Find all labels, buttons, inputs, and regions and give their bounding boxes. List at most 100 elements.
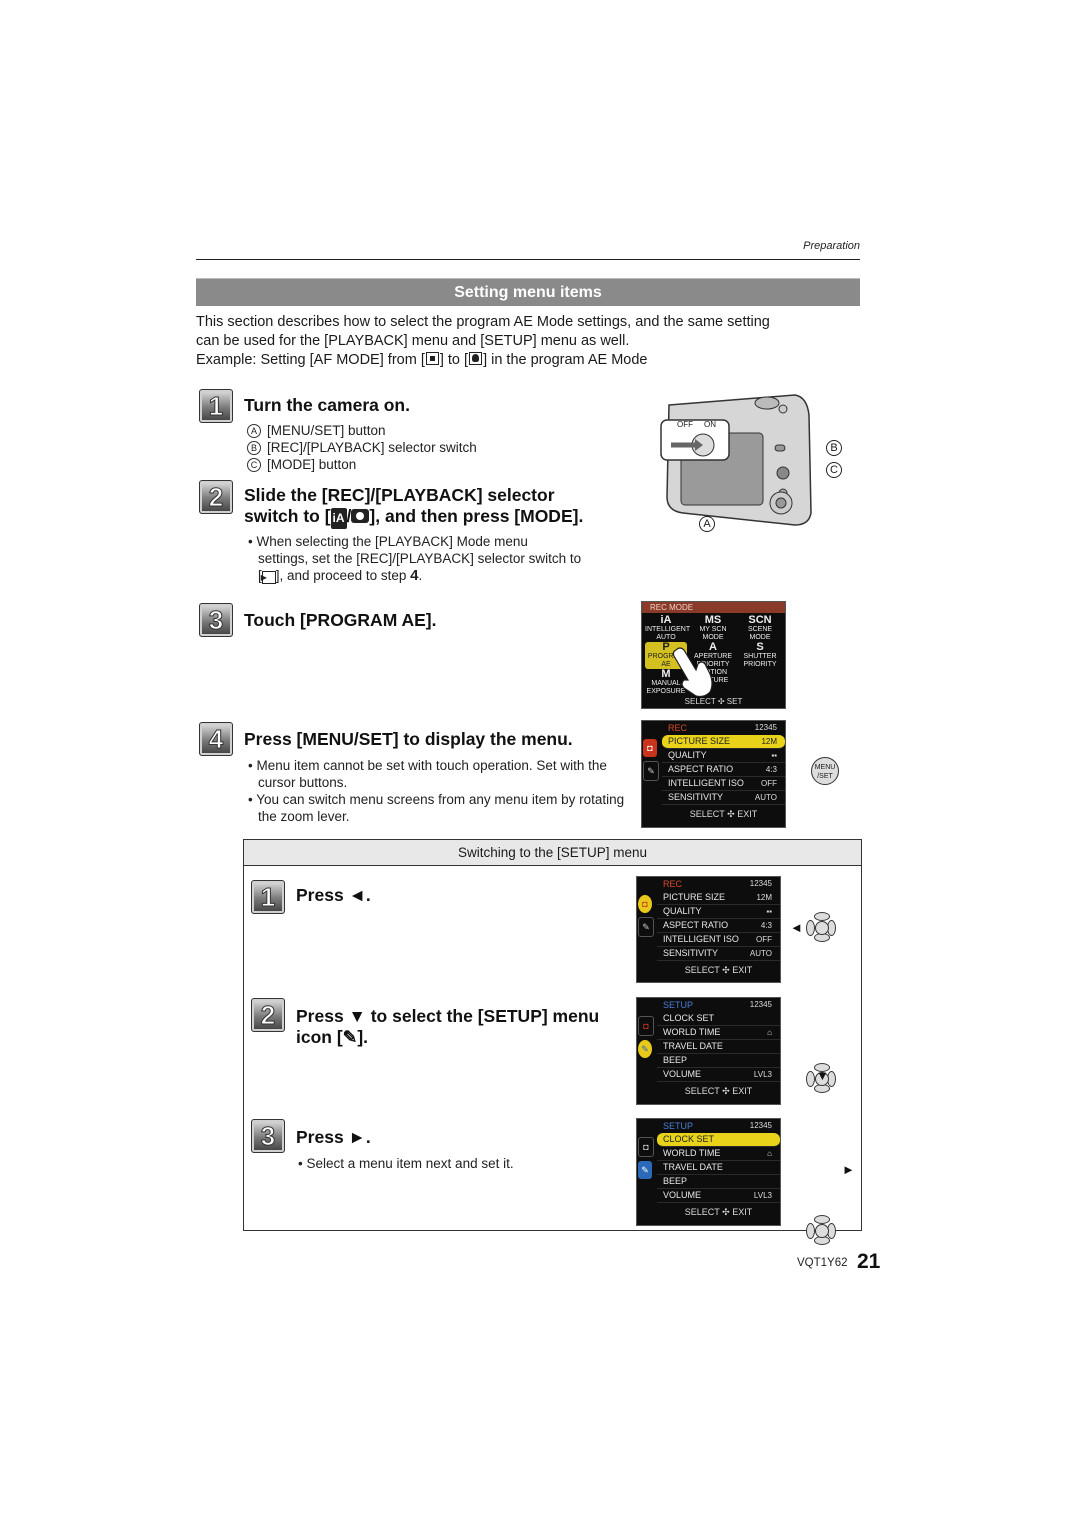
left-arrow-icon: ◄	[790, 920, 803, 935]
model-code: VQT1Y62	[797, 1257, 848, 1269]
menu-item-travel-date[interactable]: TRAVEL DATE	[657, 1161, 780, 1175]
callout-b-item: B [REC]/[PLAYBACK] selector switch	[247, 439, 477, 456]
camera-body-icon	[660, 394, 812, 526]
step-2-title-prefix: switch to [	[244, 506, 331, 526]
step-3-title: Touch [PROGRAM AE].	[244, 610, 437, 630]
camera-callout-a: A	[699, 516, 715, 532]
step-2-title-suffix: ], and then press [MODE].	[369, 506, 584, 526]
step-4-notes: • Menu item cannot be set with touch ope…	[246, 757, 636, 825]
menu-side-tabs: ◘ ✎	[637, 1012, 654, 1088]
page-number: 21	[857, 1250, 881, 1273]
menu-item-travel-date[interactable]: TRAVEL DATE	[657, 1040, 780, 1054]
callout-c-marker: C	[247, 458, 261, 472]
intro-line-1: This section describes how to select the…	[196, 314, 770, 330]
menu-side-tabs: ◘ ✎	[637, 891, 654, 967]
example-prefix: Example: Setting [AF MODE] from [	[196, 352, 425, 368]
menu-item-picture-size[interactable]: PICTURE SIZE 12M	[662, 735, 785, 749]
callout-a-marker: A	[247, 424, 261, 438]
rec-menu-header: REC 12345	[663, 879, 772, 889]
box-step-2-badge: 2	[251, 998, 285, 1032]
menu-item-sensitivity[interactable]: SENSITIVITY AUTO	[657, 947, 780, 961]
mode-my-scene: MS MY SCN MODE	[699, 614, 727, 642]
setup-menu-list: SETUP 12345 CLOCK SET WORLD TIME ⌂ TRAVEL …	[657, 1119, 780, 1225]
intro-line-2: can be used for the [PLAYBACK] menu and …	[196, 333, 630, 349]
menu-item-clock-set[interactable]: CLOCK SET	[657, 1012, 780, 1026]
setup-menu-list: SETUP 12345 CLOCK SET WORLD TIME ⌂ TRAVEL …	[657, 998, 780, 1104]
mode-intelligent-auto: iA INTELLIGENT AUTO	[645, 614, 691, 642]
switch-on-label: ON	[704, 420, 716, 429]
mode-scene: SCN SCENE MODE	[747, 614, 773, 642]
rec-menu-footer: SELECT ✣ EXIT	[684, 965, 753, 975]
rec-tab-icon: ◘	[638, 1016, 654, 1036]
step-2-note-line-3: ], and proceed to step	[275, 568, 411, 583]
rec-tab-icon: ◘	[638, 895, 652, 913]
menu-item-quality[interactable]: QUALITY ▪▪	[662, 749, 785, 763]
callout-c-item: C [MODE] button	[247, 456, 477, 473]
box-step-2-title-line-1: Press ▼ to select the [SETUP] menu	[296, 1006, 600, 1026]
step-2-title-line-2: switch to [iA /], and then press [MODE].	[244, 506, 583, 529]
box-step-3-badge: 3	[251, 1119, 285, 1153]
note-period: .	[418, 568, 423, 583]
example-suffix: ] in the program AE Mode	[483, 352, 648, 368]
menu-item-world-time[interactable]: WORLD TIME ⌂	[657, 1026, 780, 1040]
box-step-2-title-line-2: icon [✎].	[296, 1027, 369, 1047]
switch-off-label: OFF	[677, 420, 693, 429]
menu-item-aspect-ratio[interactable]: ASPECT RATIO 4:3	[662, 763, 785, 777]
step-4-note-2: • You can switch menu screens from any m…	[248, 792, 625, 824]
af-face-detection-icon	[469, 352, 483, 365]
rec-menu-list: REC 12345 PICTURE SIZE 12M QUALITY ▪▪ ASPEC…	[657, 877, 780, 982]
rec-mode-screen: REC MODE iA INTELLIGENT AUTO MS MY SCN MODE …	[641, 601, 786, 709]
step-1-badge: 1	[199, 389, 233, 423]
rec-tab-icon: ◘	[643, 739, 657, 757]
setup-tab-icon: ✎	[638, 1040, 652, 1058]
rec-menu-screen: ◘ ✎ REC 12345 PICTURE SIZE 12M QUALITY ▪▪ A…	[641, 720, 786, 828]
menu-item-intelligent-iso[interactable]: INTELLIGENT ISO OFF	[657, 933, 780, 947]
menu-item-aspect-ratio[interactable]: ASPECT RATIO 4:3	[657, 919, 780, 933]
rec-tab-icon: ◘	[638, 1137, 654, 1157]
camera-callout-b: B	[826, 440, 842, 456]
box-step-1-title: Press ◄.	[296, 885, 371, 905]
menu-item-volume[interactable]: VOLUME LVL3	[657, 1189, 780, 1203]
menu-item-world-time[interactable]: WORLD TIME ⌂	[657, 1147, 780, 1161]
menu-item-beep[interactable]: BEEP	[657, 1054, 780, 1068]
menu-item-sensitivity[interactable]: SENSITIVITY AUTO	[662, 791, 785, 805]
header-rule	[196, 259, 860, 260]
running-head: Preparation	[803, 240, 860, 252]
step-2-note-line-1: When selecting the [PLAYBACK] Mode menu	[256, 534, 528, 549]
camera-rec-icon	[351, 509, 370, 523]
step-4-badge: 4	[199, 722, 233, 756]
setup-tab-icon: ✎	[638, 917, 654, 937]
intro-paragraph: This section describes how to select the…	[196, 313, 866, 370]
menu-item-picture-size[interactable]: PICTURE SIZE 12M	[657, 891, 780, 905]
box-step-3-title: Press ►.	[296, 1127, 371, 1147]
down-arrow-icon: ▼	[816, 1068, 829, 1083]
box-step-2-title: Press ▼ to select the [SETUP] menu icon …	[296, 1006, 599, 1048]
menu-item-clock-set[interactable]: CLOCK SET	[657, 1133, 780, 1147]
box-step-3-note: • Select a menu item next and set it.	[298, 1156, 514, 1171]
menu-set-button-icon: MENU/SET	[811, 757, 839, 785]
mode-shutter-priority: S SHUTTER PRIORITY	[743, 641, 777, 669]
rec-menu-footer: SELECT ✣ EXIT	[689, 809, 758, 819]
cursor-pad-icon	[806, 912, 836, 942]
af-1-area-icon	[425, 352, 439, 365]
menu-item-quality[interactable]: QUALITY ▪▪	[657, 905, 780, 919]
menu-item-intelligent-iso[interactable]: INTELLIGENT ISO OFF	[662, 777, 785, 791]
touch-hand-icon	[672, 647, 713, 698]
wrench-icon: ✎	[342, 1027, 358, 1047]
rec-menu-screen-2: ◘ ✎ REC 12345 PICTURE SIZE 12M QUALITY ▪▪ A…	[636, 876, 781, 983]
intelligent-auto-icon: iA	[330, 508, 347, 529]
callout-a-label: [MENU/SET] button	[267, 423, 386, 438]
rec-menu-list: REC 12345 PICTURE SIZE 12M QUALITY ▪▪ ASPEC…	[662, 721, 785, 827]
callout-list: A [MENU/SET] button B [REC]/[PLAYBACK] sel…	[247, 422, 477, 473]
callout-b-label: [REC]/[PLAYBACK] selector switch	[267, 440, 477, 455]
setup-menu-screen-2: ◘ ✎ SETUP 12345 CLOCK SET WORLD TIME ⌂ TRA…	[636, 1118, 781, 1226]
setup-tab-icon: ✎	[638, 1161, 652, 1179]
menu-item-volume[interactable]: VOLUME LVL3	[657, 1068, 780, 1082]
camera-callout-c: C	[826, 462, 842, 478]
right-arrow-icon: ►	[842, 1162, 855, 1177]
setup-menu-footer: SELECT ✣ EXIT	[684, 1086, 753, 1096]
step-2-note-line-2: settings, set the [REC]/[PLAYBACK] selec…	[258, 551, 582, 566]
setup-menu-header: SETUP 12345	[663, 1121, 772, 1131]
menu-item-beep[interactable]: BEEP	[657, 1175, 780, 1189]
callout-c-label: [MODE] button	[267, 457, 357, 472]
